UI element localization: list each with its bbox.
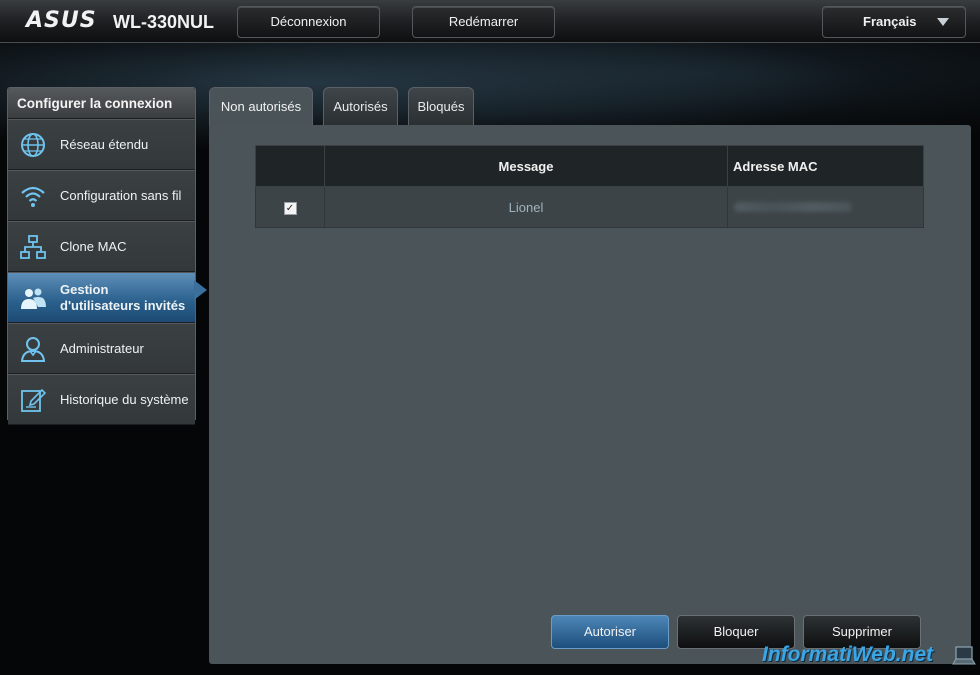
sidebar-item-system-log[interactable]: Historique du système [8, 374, 195, 425]
watermark: InformatiWeb.net [762, 643, 934, 666]
sidebar: Configurer la connexion Réseau étendu Co… [7, 87, 196, 425]
guest-table: Message Adresse MAC ✓ Lionel [255, 145, 924, 228]
row-checkbox[interactable]: ✓ [283, 201, 297, 215]
wifi-icon [21, 186, 45, 207]
sidebar-title: Configurer la connexion [8, 88, 195, 119]
laptop-icon [952, 646, 976, 665]
table-row[interactable]: ✓ Lionel [255, 186, 924, 228]
sidebar-item-label: Administrateur [60, 340, 144, 356]
admin-icon [20, 337, 46, 362]
asus-logo: ASUS [26, 8, 97, 33]
tab-unauthorized[interactable]: Non autorisés [209, 87, 313, 127]
tab-authorized[interactable]: Autorisés [323, 87, 398, 126]
tab-blocked[interactable]: Bloqués [408, 87, 474, 126]
model-name: WL-330NUL [113, 12, 215, 32]
reboot-button[interactable]: Redémarrer [412, 6, 555, 38]
globe-icon [21, 133, 45, 157]
sidebar-item-wan[interactable]: Réseau étendu [8, 119, 195, 170]
chevron-down-icon [937, 18, 949, 26]
column-header-mac: Adresse MAC [727, 145, 924, 187]
authorize-button[interactable]: Autoriser [551, 615, 669, 649]
network-icon [20, 235, 46, 259]
column-header-select [255, 145, 325, 187]
main-panel: Message Adresse MAC ✓ Lionel Autoriser B… [209, 125, 971, 664]
language-select[interactable]: Français [822, 6, 966, 38]
sidebar-item-label: Gestion d'utilisateurs invités [60, 281, 186, 313]
sidebar-item-label: Configuration sans fil [60, 187, 182, 203]
language-label: Français [863, 14, 917, 29]
row-mac-cell [727, 186, 924, 228]
sidebar-item-label: Réseau étendu [60, 136, 149, 152]
active-item-pointer [194, 280, 207, 300]
users-icon [21, 288, 46, 309]
row-message: Lionel [324, 186, 728, 228]
sidebar-item-guest-users[interactable]: Gestion d'utilisateurs invités [8, 272, 195, 323]
sidebar-item-label: Historique du système [60, 391, 189, 407]
sidebar-item-admin[interactable]: Administrateur [8, 323, 195, 374]
sidebar-item-label: Clone MAC [60, 238, 127, 254]
mac-address-blurred [734, 201, 852, 212]
top-bar: ASUS WL-330NUL Déconnexion Redémarrer Fr… [0, 0, 980, 43]
column-header-message: Message [324, 145, 728, 187]
log-icon [21, 388, 47, 412]
sidebar-item-mac-clone[interactable]: Clone MAC [8, 221, 195, 272]
logout-button[interactable]: Déconnexion [237, 6, 380, 38]
sidebar-item-wireless[interactable]: Configuration sans fil [8, 170, 195, 221]
table-header-row: Message Adresse MAC [255, 145, 924, 187]
row-select-cell: ✓ [255, 186, 325, 228]
